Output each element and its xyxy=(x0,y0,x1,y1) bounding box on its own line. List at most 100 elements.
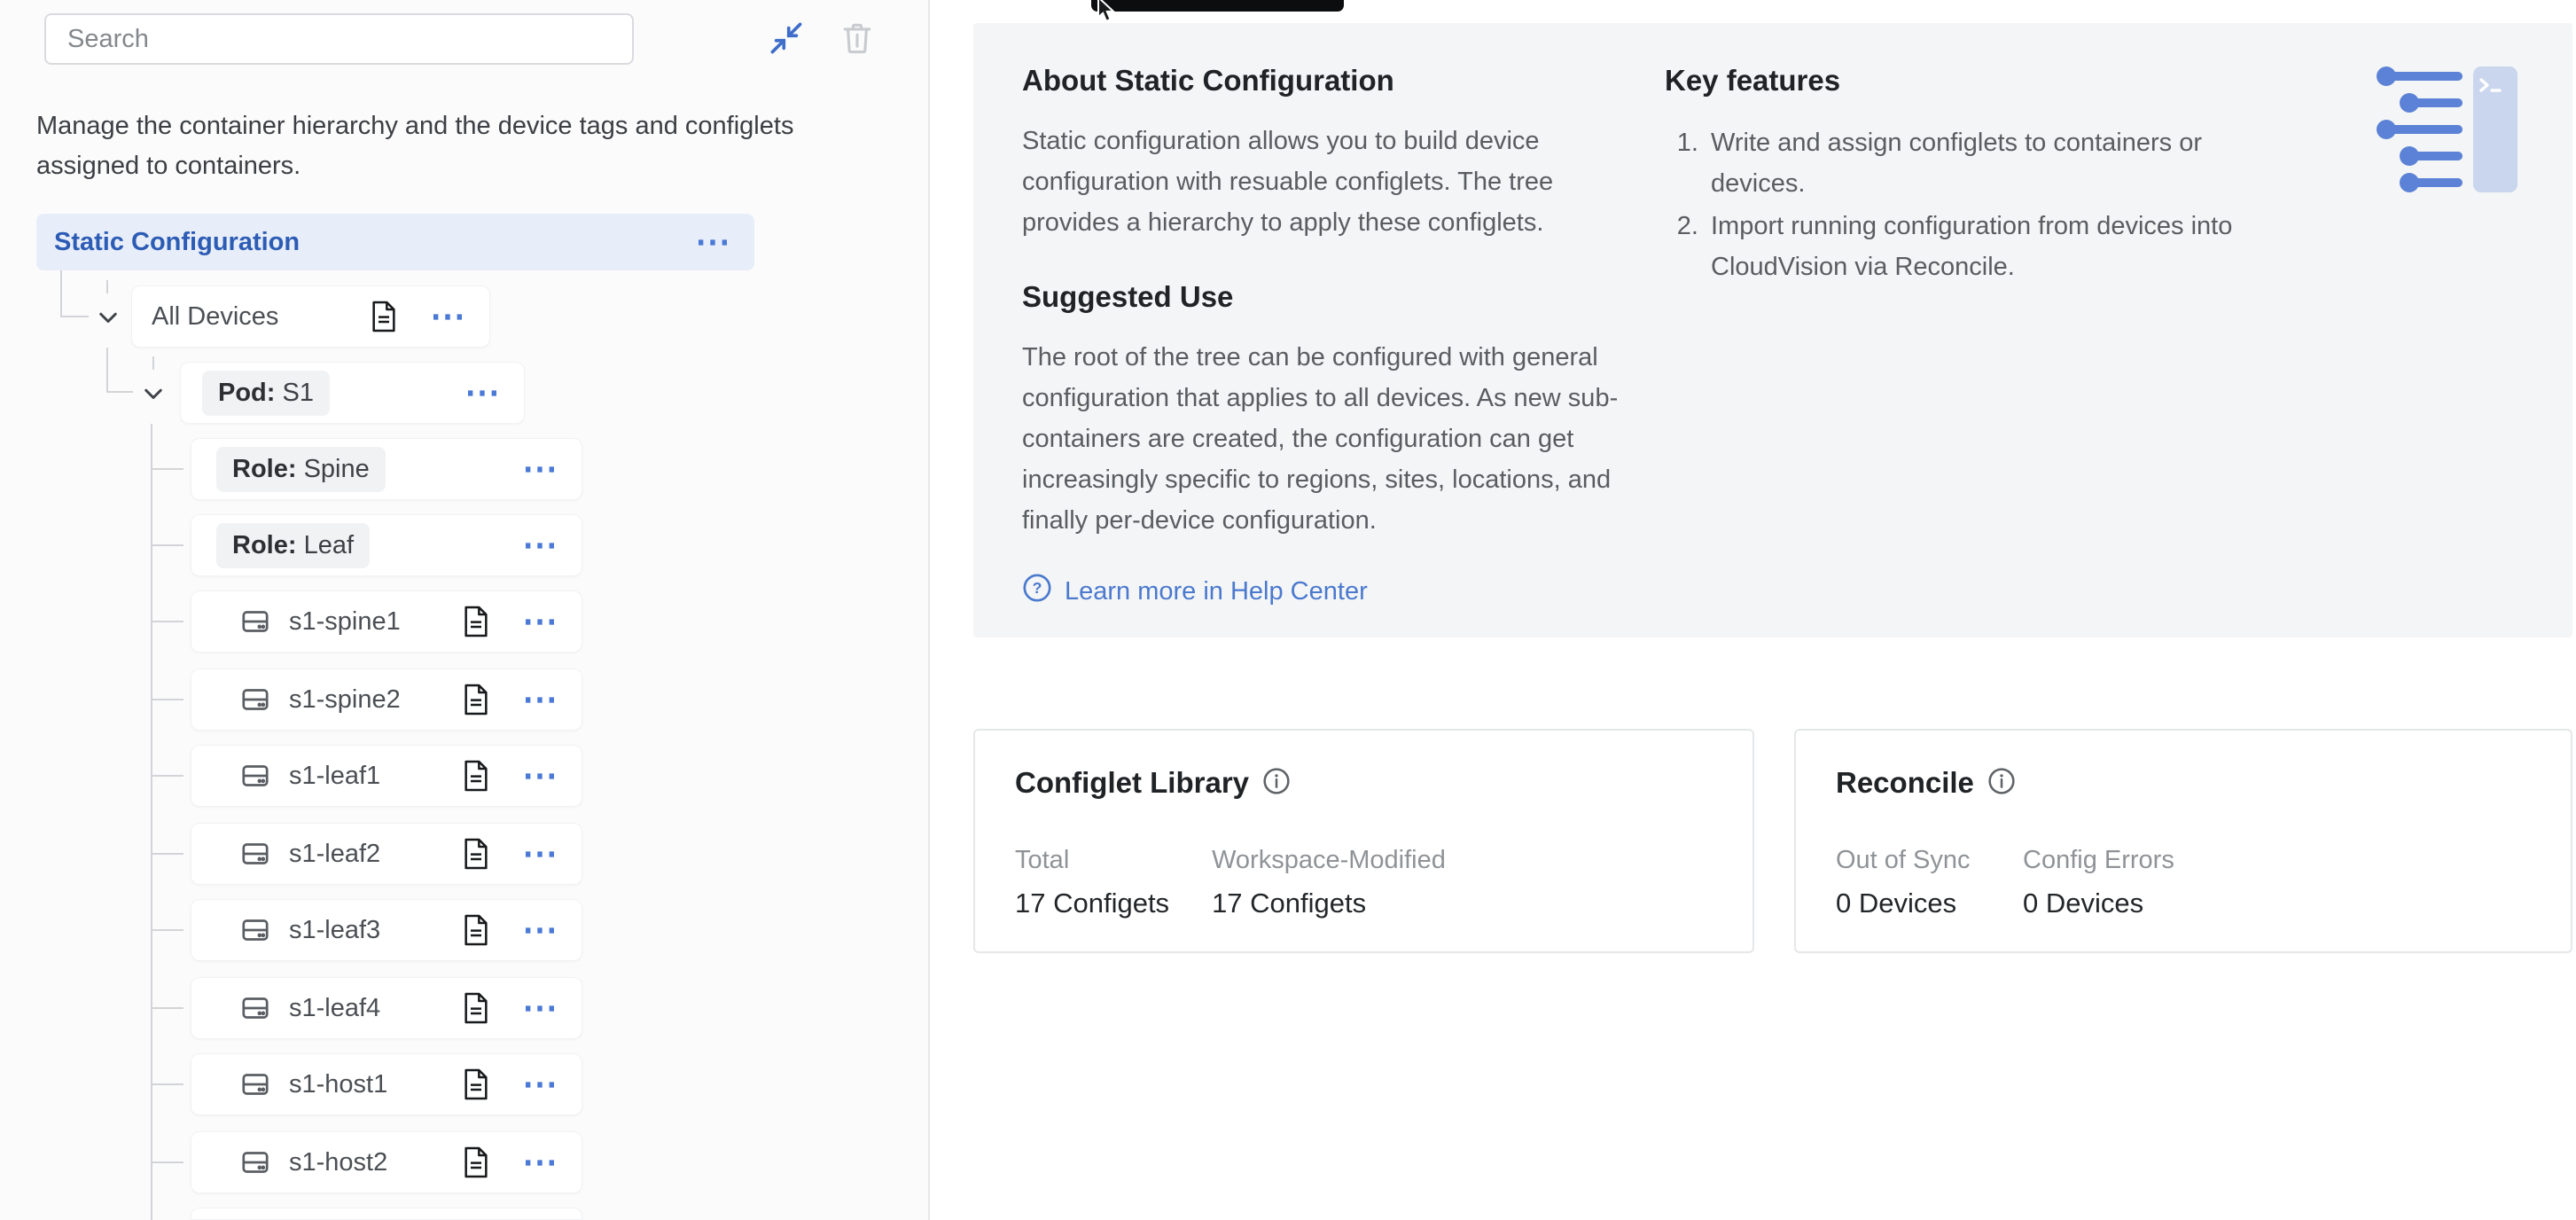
tree-connector xyxy=(152,1007,183,1009)
switch-device-icon xyxy=(239,760,271,792)
key-features-list: Write and assign configlets to container… xyxy=(1665,122,2285,287)
stat-value: 17 Configets xyxy=(1015,888,1169,919)
info-icon[interactable] xyxy=(1262,767,1291,800)
about-title: About Static Configuration xyxy=(1022,64,1625,98)
help-center-link[interactable]: ? Learn more in Help Center xyxy=(1022,573,1625,610)
static-configuration-main: About Static Configuration Static config… xyxy=(932,0,2576,1220)
tree-connector xyxy=(152,1161,183,1163)
chevron-down-icon[interactable] xyxy=(137,378,169,410)
tree-node-role-spine[interactable]: Role: Spine ⋯ xyxy=(191,438,582,500)
tree-connector xyxy=(152,544,183,546)
node-menu-button[interactable]: ⋯ xyxy=(522,1154,558,1171)
stat-config-errors: Config Errors 0 Devices xyxy=(2023,846,2174,919)
device-name: s1-spine2 xyxy=(289,685,401,715)
device-name: s1-leaf3 xyxy=(289,916,380,945)
search-input[interactable] xyxy=(44,13,634,65)
stat-total: Total 17 Configets xyxy=(1015,846,1169,919)
reconcile-card: Reconcile Out of Sync 0 Devices Config E… xyxy=(1794,729,2572,953)
tree-node-device[interactable]: s1-leaf2 ⋯ xyxy=(191,823,582,885)
stat-label: Total xyxy=(1015,846,1169,875)
switch-device-icon xyxy=(239,838,271,870)
node-menu-button[interactable]: ⋯ xyxy=(522,536,558,554)
role-tag: Role: Leaf xyxy=(216,523,370,568)
device-name: s1-leaf1 xyxy=(289,762,380,791)
trash-icon xyxy=(838,19,877,62)
configlet-library-title: Configlet Library xyxy=(1015,766,1249,800)
configlet-document-icon[interactable] xyxy=(462,913,490,947)
node-menu-button[interactable]: ⋯ xyxy=(522,460,558,478)
tree-node-device[interactable]: s1-host2 ⋯ xyxy=(191,1131,582,1193)
key-features-title: Key features xyxy=(1665,64,2285,98)
node-menu-button[interactable]: ⋯ xyxy=(522,845,558,863)
configlet-document-icon[interactable] xyxy=(370,300,398,333)
help-question-icon: ? xyxy=(1022,573,1052,610)
pod-tag: Pod: S1 xyxy=(202,371,330,416)
switch-device-icon xyxy=(239,1146,271,1178)
stat-value: 0 Devices xyxy=(2023,888,2174,919)
cloudvision-network-provisioning-page: Manage the container hierarchy and the d… xyxy=(0,0,2576,1220)
tooltip-remnant xyxy=(1091,0,1344,12)
node-menu-button[interactable]: ⋯ xyxy=(695,233,731,251)
switch-device-icon xyxy=(239,606,271,637)
tree-connector xyxy=(152,1083,183,1085)
tree-node-device[interactable]: s1-leaf3 ⋯ xyxy=(191,899,582,961)
device-name: s1-leaf2 xyxy=(289,840,380,869)
configlet-document-icon[interactable] xyxy=(462,991,490,1025)
suggested-use-title: Suggested Use xyxy=(1022,280,1625,314)
device-name: s1-host1 xyxy=(289,1070,387,1099)
tree-node-device[interactable]: s1-host1 ⋯ xyxy=(191,1053,582,1115)
chevron-down-icon[interactable] xyxy=(92,301,124,333)
device-name: s1-leaf4 xyxy=(289,994,380,1023)
device-name: s1-host2 xyxy=(289,1148,387,1177)
tree-node-static-configuration[interactable]: Static Configuration ⋯ xyxy=(36,214,754,270)
tree-node-partial xyxy=(191,1208,582,1220)
stat-out-of-sync: Out of Sync 0 Devices xyxy=(1836,846,1980,919)
node-menu-button[interactable]: ⋯ xyxy=(522,921,558,939)
tree-node-label: Static Configuration xyxy=(54,228,695,257)
svg-text:?: ? xyxy=(1033,579,1042,597)
node-menu-button[interactable]: ⋯ xyxy=(522,1075,558,1093)
switch-device-icon xyxy=(239,992,271,1024)
tree-connector xyxy=(152,621,183,622)
delete-button[interactable] xyxy=(835,18,879,62)
tree-node-all-devices[interactable]: All Devices ⋯ xyxy=(131,285,490,348)
stat-workspace-modified: Workspace-Modified 17 Configets xyxy=(1212,846,1446,919)
node-menu-button[interactable]: ⋯ xyxy=(522,999,558,1017)
switch-device-icon xyxy=(239,684,271,716)
tree-node-device[interactable]: s1-leaf1 ⋯ xyxy=(191,745,582,807)
tree-node-label: All Devices xyxy=(152,302,278,332)
stat-label: Workspace-Modified xyxy=(1212,846,1446,875)
configlet-document-icon[interactable] xyxy=(462,1068,490,1101)
node-menu-button[interactable]: ⋯ xyxy=(522,613,558,630)
stat-label: Config Errors xyxy=(2023,846,2174,875)
node-menu-button[interactable]: ⋯ xyxy=(522,767,558,785)
configlet-document-icon[interactable] xyxy=(462,759,490,793)
tree-node-device[interactable]: s1-spine2 ⋯ xyxy=(191,669,582,731)
sidebar-description: Manage the container hierarchy and the d… xyxy=(36,106,834,186)
stat-label: Out of Sync xyxy=(1836,846,1980,875)
tree-connector xyxy=(106,280,108,293)
tree-connector xyxy=(60,270,89,317)
node-menu-button[interactable]: ⋯ xyxy=(430,308,466,325)
configlet-document-icon[interactable] xyxy=(462,683,490,716)
reconcile-title: Reconcile xyxy=(1836,766,1974,800)
device-name: s1-spine1 xyxy=(289,607,401,637)
feature-item: Write and assign configlets to container… xyxy=(1706,122,2285,204)
tree-node-role-leaf[interactable]: Role: Leaf ⋯ xyxy=(191,514,582,576)
node-menu-button[interactable]: ⋯ xyxy=(464,384,501,402)
info-icon[interactable] xyxy=(1987,767,2016,800)
tree-node-device[interactable]: s1-spine1 ⋯ xyxy=(191,590,582,653)
tree-node-device[interactable]: s1-leaf4 ⋯ xyxy=(191,977,582,1039)
tree-node-pod-s1[interactable]: Pod: S1 ⋯ xyxy=(180,362,525,424)
about-body: Static configuration allows you to build… xyxy=(1022,121,1625,243)
configlet-document-icon[interactable] xyxy=(462,605,490,638)
container-hierarchy-sidebar: Manage the container hierarchy and the d… xyxy=(0,0,930,1220)
configlet-document-icon[interactable] xyxy=(462,1146,490,1179)
feature-item: Import running configuration from device… xyxy=(1706,206,2285,287)
switch-device-icon xyxy=(239,914,271,946)
collapse-all-button[interactable] xyxy=(764,18,808,62)
node-menu-button[interactable]: ⋯ xyxy=(522,691,558,708)
configlet-library-card: Configlet Library Total 17 Configets Wor… xyxy=(973,729,1754,953)
configlet-document-icon[interactable] xyxy=(462,837,490,871)
tree-connector xyxy=(152,468,183,470)
